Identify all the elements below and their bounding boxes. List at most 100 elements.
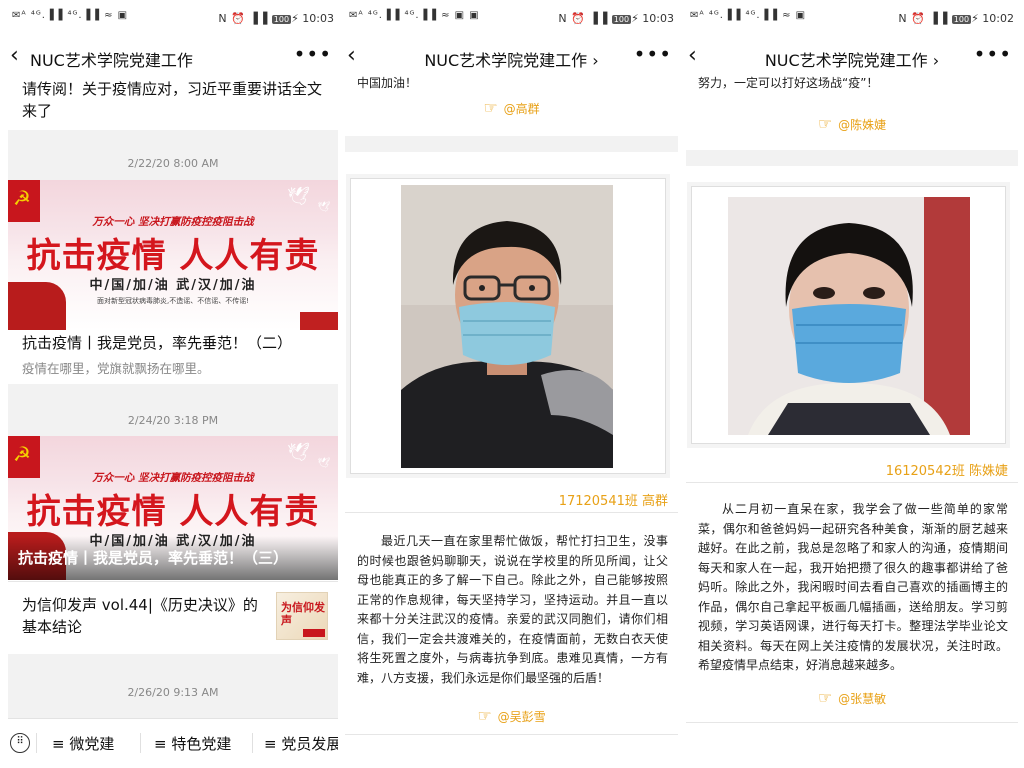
- vibrate-icon: ▐▐: [589, 12, 609, 25]
- date-label: 2/26/20 9:13 AM: [127, 686, 219, 699]
- account-title[interactable]: NUC艺术学院党建工作 ›: [686, 47, 1018, 71]
- author-sign: ☞ @吴彭雪: [345, 706, 678, 725]
- alarm-icon: ⏰: [231, 12, 246, 25]
- student-photo[interactable]: [728, 197, 970, 435]
- menu-item-member-development[interactable]: ≡ 党员发展: [264, 733, 338, 754]
- account-title[interactable]: NUC艺术学院党建工作 ›: [345, 47, 678, 71]
- hand-icon: ☞: [817, 114, 833, 133]
- menu-item-featured-party[interactable]: ≡ 特色党建: [154, 733, 231, 754]
- charging-icon: ⚡: [971, 12, 979, 25]
- section-divider: [686, 150, 1018, 166]
- article-text: 努力，一定可以打好这场战“疫”！: [698, 76, 879, 90]
- article-panel: ✉ᴬ ⁴ᴳ.▐▐ ⁴ᴳ.▐▐ ≈ ▣ ▣ N ⏰ ▐▐ 100 ⚡ 10:03 ‹…: [345, 0, 678, 768]
- battery-icon: 100: [611, 15, 632, 24]
- article-summary: 疫情在哪里，党旗就飘扬在哪里。: [22, 361, 210, 376]
- photo-caption: 17120541班 高群: [558, 494, 668, 509]
- alarm-icon: ⏰: [571, 12, 586, 25]
- fist-graphic: [8, 282, 66, 330]
- status-icons: ✉ᴬ ⁴ᴳ.▐▐ ⁴ᴳ.▐▐ ≈ ▣ ▣: [349, 10, 480, 21]
- status-time: 10:03: [302, 12, 334, 25]
- hand-icon: ☞: [483, 98, 498, 117]
- thumbnail-text: 为信仰发声: [281, 601, 325, 627]
- author-name: @陈姝婕: [838, 118, 887, 132]
- author-name: @吴彭雪: [497, 710, 546, 724]
- section-divider: [345, 136, 678, 152]
- article-thumbnail[interactable]: 为信仰发声: [276, 592, 328, 640]
- menu-divider: [252, 733, 253, 753]
- divider: [345, 734, 678, 735]
- vibrate-icon: ▐▐: [929, 12, 949, 25]
- more-icon[interactable]: •••: [634, 42, 672, 66]
- more-icon[interactable]: •••: [294, 42, 332, 66]
- hand-icon: ☞: [477, 706, 492, 725]
- author-sign: ☞ @高群: [345, 98, 678, 117]
- banner-headline: 抗击疫情 人人有责: [26, 236, 320, 276]
- dove-icon: 🕊: [287, 186, 310, 207]
- nfc-icon: N: [558, 12, 568, 25]
- divider: [686, 722, 1018, 723]
- battery-icon: 100: [271, 15, 292, 24]
- battery-icon: 100: [951, 15, 972, 24]
- nav-bar: ‹ NUC艺术学院党建工作 › •••: [686, 42, 1018, 74]
- divider: [345, 512, 678, 513]
- article-title[interactable]: 抗击疫情丨我是党员，率先垂范！（三）: [18, 547, 332, 568]
- bottom-menu: ⠿ ≡ 微党建 ≡ 特色党建 ≡ 党员发展: [8, 718, 338, 768]
- author-name: @张慧敏: [838, 692, 887, 706]
- status-time: 10:03: [642, 12, 674, 25]
- menu-divider: [36, 733, 37, 753]
- author-sign: ☞ @陈姝婕: [686, 114, 1018, 133]
- masked-student-illustration: [401, 185, 613, 468]
- menu-item-micro-party[interactable]: ≡ 微党建: [52, 733, 114, 754]
- date-separator: 2/26/20 9:13 AM: [8, 654, 338, 718]
- article-body: 努力，一定可以打好这场战“疫”！ ☞ @陈姝婕 16120542班 陈姝婕 从二…: [686, 74, 1018, 768]
- dove-icon: 🕊: [287, 442, 310, 463]
- article-feed: 请传阅！关于疫情应对，习近平重要讲话全文来了 2/22/20 8:00 AM ☭…: [8, 74, 338, 718]
- status-right: N ⏰ ▐▐ 100 ⚡ 10:03: [558, 12, 674, 25]
- article-text: 中国加油！: [357, 76, 418, 90]
- banner-slogan: 万众一心 坚决打赢防疫控疫阻击战: [92, 216, 254, 228]
- status-right: N ⏰ ▐▐ 100 ⚡ 10:02: [898, 12, 1014, 25]
- account-title[interactable]: NUC艺术学院党建工作: [30, 47, 193, 71]
- article-banner[interactable]: ☭ 🕊 🕊 万众一心 坚决打赢防疫控疫阻击战 抗击疫情 人人有责 中/国/加/油…: [8, 436, 338, 580]
- date-label: 2/22/20 8:00 AM: [127, 157, 219, 170]
- status-bar: ✉ᴬ ⁴ᴳ.▐▐ ⁴ᴳ.▐▐ ≈ ▣ N ⏰ ▐▐ 100 ⚡ 10:03: [8, 0, 338, 42]
- article-body: 中国加油！ ☞ @高群 17120541班 高群 最近几天一直在家里帮忙做饭，帮…: [345, 74, 678, 768]
- banner-slogan: 万众一心 坚决打赢防疫控疫阻击战: [92, 472, 254, 484]
- banner-headline: 抗击疫情 人人有责: [26, 492, 320, 532]
- article-title[interactable]: 为信仰发声 vol.44|《历史决议》的基本结论: [22, 594, 262, 638]
- status-icons: ✉ᴬ ⁴ᴳ.▐▐ ⁴ᴳ.▐▐ ≈ ▣: [690, 10, 807, 21]
- nfc-icon: N: [218, 12, 228, 25]
- nav-bar: ‹ NUC艺术学院党建工作 › •••: [345, 42, 678, 74]
- nfc-icon: N: [898, 12, 908, 25]
- date-label: 2/24/20 3:18 PM: [127, 414, 219, 427]
- charging-icon: ⚡: [291, 12, 299, 25]
- article-title[interactable]: 抗击疫情丨我是党员，率先垂范！（二）: [22, 332, 328, 354]
- article-banner[interactable]: ☭ 🕊 🕊 万众一心 坚决打赢防疫控疫阻击战 抗击疫情 人人有责 中/国/加/油…: [8, 180, 338, 330]
- dove-icon: 🕊: [317, 458, 330, 469]
- photo-frame: [691, 186, 1006, 444]
- masked-student-illustration: [728, 197, 970, 435]
- author-name: @高群: [503, 102, 540, 116]
- article-paragraph: 最近几天一直在家里帮忙做饭，帮忙打扫卫生，没事的时候也跟爸妈聊聊天，说说在学校里…: [357, 534, 668, 685]
- status-bar: ✉ᴬ ⁴ᴳ.▐▐ ⁴ᴳ.▐▐ ≈ ▣ ▣ N ⏰ ▐▐ 100 ⚡ 10:03: [345, 0, 678, 42]
- feed-panel: ✉ᴬ ⁴ᴳ.▐▐ ⁴ᴳ.▐▐ ≈ ▣ N ⏰ ▐▐ 100 ⚡ 10:03 ‹ N…: [8, 0, 338, 768]
- vibrate-icon: ▐▐: [249, 12, 269, 25]
- article-paragraph: 从二月初一直呆在家，我学会了做一些简单的家常菜，偶尔和爸爸妈妈一起研究各种美食，…: [698, 502, 1008, 672]
- keyboard-icon[interactable]: ⠿: [10, 733, 30, 753]
- menu-divider: [140, 733, 141, 753]
- status-time: 10:02: [982, 12, 1014, 25]
- red-ribbon-graphic: [300, 312, 338, 330]
- divider: [686, 482, 1018, 483]
- more-icon[interactable]: •••: [974, 42, 1012, 66]
- nav-bar: ‹ NUC艺术学院党建工作 •••: [8, 42, 338, 74]
- charging-icon: ⚡: [631, 12, 639, 25]
- date-separator: 2/24/20 3:18 PM: [8, 384, 338, 438]
- photo-frame: [350, 178, 666, 474]
- alarm-icon: ⏰: [911, 12, 926, 25]
- status-icons: ✉ᴬ ⁴ᴳ.▐▐ ⁴ᴳ.▐▐ ≈ ▣: [12, 10, 129, 21]
- hand-icon: ☞: [817, 688, 833, 707]
- student-photo[interactable]: [401, 185, 613, 468]
- status-right: N ⏰ ▐▐ 100 ⚡ 10:03: [218, 12, 334, 25]
- article-title-top[interactable]: 请传阅！关于疫情应对，习近平重要讲话全文来了: [22, 78, 328, 122]
- back-arrow-icon[interactable]: ‹: [10, 44, 19, 68]
